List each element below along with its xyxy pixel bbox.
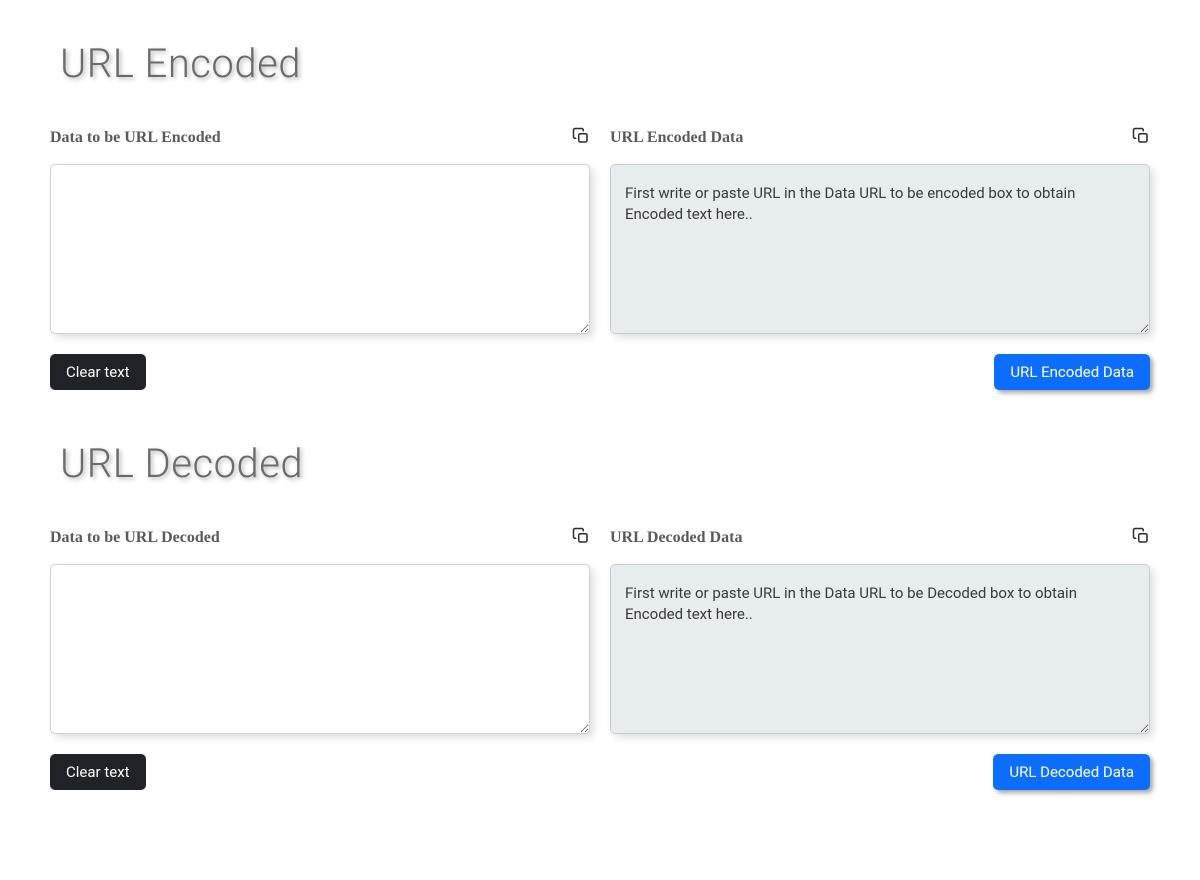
decoded-input-panel: Data to be URL Decoded [50, 527, 590, 734]
decoded-input-textarea[interactable] [50, 564, 590, 734]
decoded-output-panel: URL Decoded Data [610, 527, 1150, 734]
encoded-buttons-row: Clear text URL Encoded Data [50, 354, 1150, 390]
decoded-output-header: URL Decoded Data [610, 527, 1150, 549]
decoded-panels-row: Data to be URL Decoded URL Decoded Data [50, 527, 1150, 734]
url-decoded-section: URL Decoded Data to be URL Decoded URL D… [50, 440, 1150, 790]
encode-action-button[interactable]: URL Encoded Data [994, 354, 1150, 390]
copy-icon[interactable] [572, 527, 590, 549]
clear-encoded-button[interactable]: Clear text [50, 354, 146, 390]
encoded-output-textarea[interactable] [610, 164, 1150, 334]
decoded-input-header: Data to be URL Decoded [50, 527, 590, 549]
decode-action-button[interactable]: URL Decoded Data [993, 754, 1150, 790]
url-encoded-section: URL Encoded Data to be URL Encoded URL E… [50, 40, 1150, 390]
copy-icon[interactable] [1132, 527, 1150, 549]
decoded-input-label: Data to be URL Decoded [50, 529, 220, 547]
encoded-output-label: URL Encoded Data [610, 129, 743, 147]
encoded-output-header: URL Encoded Data [610, 127, 1150, 149]
clear-decoded-button[interactable]: Clear text [50, 754, 146, 790]
copy-icon[interactable] [1132, 127, 1150, 149]
encoded-input-textarea[interactable] [50, 164, 590, 334]
decoded-section-title: URL Decoded [60, 440, 1150, 487]
copy-icon[interactable] [572, 127, 590, 149]
encoded-section-title: URL Encoded [60, 40, 1150, 87]
encoded-input-label: Data to be URL Encoded [50, 129, 221, 147]
decoded-output-textarea[interactable] [610, 564, 1150, 734]
decoded-output-label: URL Decoded Data [610, 529, 742, 547]
encoded-input-header: Data to be URL Encoded [50, 127, 590, 149]
encoded-output-panel: URL Encoded Data [610, 127, 1150, 334]
decoded-buttons-row: Clear text URL Decoded Data [50, 754, 1150, 790]
encoded-input-panel: Data to be URL Encoded [50, 127, 590, 334]
encoded-panels-row: Data to be URL Encoded URL Encoded Data [50, 127, 1150, 334]
